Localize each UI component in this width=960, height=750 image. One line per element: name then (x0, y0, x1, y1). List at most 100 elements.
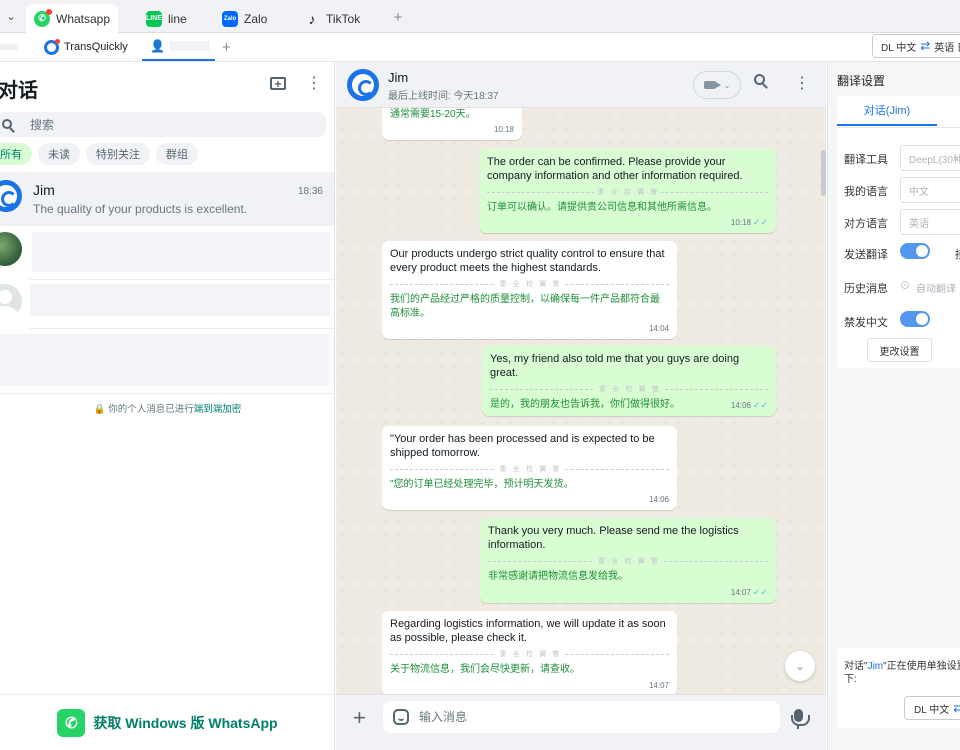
translation-divider: 重 · 全 · 检 · 翼 · 瞥 (487, 186, 768, 204)
chat-row-jim[interactable]: Jim 18:36 The quality of your products i… (0, 172, 334, 226)
source-language: DL 中文 (914, 704, 950, 716)
note-contact-name: Jim (867, 661, 884, 672)
message-time: 14:04 (648, 324, 669, 333)
message-bubble-incoming[interactable]: Regarding logistics information, we will… (382, 611, 677, 694)
app-tab-zalo[interactable]: Zalo Zalo (214, 4, 275, 33)
redacted-account-tab[interactable] (0, 44, 18, 50)
encryption-notice: 🔒 你的个人消息已进行端到端加密 (0, 401, 334, 415)
chevron-down-icon[interactable]: ⌄ (0, 0, 22, 33)
translation-settings-panel: 翻译设置 对话(Jim) 翻译工具 DeepL(30种) 我的语言 中文 对方语… (827, 62, 960, 750)
change-settings-button[interactable]: 更改设置 (867, 338, 932, 362)
divider (837, 127, 960, 128)
message-bubble-outgoing[interactable]: The order can be confirmed. Please provi… (479, 149, 776, 233)
microphone-icon[interactable] (791, 709, 810, 729)
menu-icon[interactable]: ⋮ (794, 74, 810, 94)
chat-row[interactable] (0, 226, 334, 280)
message-time: 14:06 ✓✓ (730, 400, 768, 410)
chat-row[interactable] (0, 332, 334, 386)
scroll-to-bottom-button[interactable]: ⌄ (785, 651, 815, 681)
filter-unread[interactable]: 未读 (38, 143, 80, 165)
search-input[interactable] (30, 117, 290, 132)
avatar (0, 284, 22, 318)
account-tab-transquickly[interactable]: TransQuickly (44, 33, 128, 61)
attach-plus-icon[interactable]: + (353, 705, 366, 731)
get-windows-app-button[interactable]: ✆ 获取 Windows 版 WhatsApp (0, 694, 334, 750)
chevron-down-icon: ⌄ (723, 80, 731, 90)
settings-note-card: 对话"Jim"正在使用单独设置 下: DL 中文 ⇄ (837, 648, 960, 728)
translation-divider: 重 · 全 · 检 · 翼 · 瞥 (490, 383, 768, 401)
chat-list-panel: 对话 + ⋮ 所有 未读 特别关注 群组 Jim 18:36 The quali… (0, 62, 335, 750)
message-text: Yes, my friend also told me that you guy… (490, 353, 740, 379)
message-text: Our products undergo strict quality cont… (390, 248, 665, 274)
language-switch-button[interactable]: DL 中文 ⇄ (904, 696, 960, 720)
message-bubble-outgoing[interactable]: Thank you very much. Please send me the … (480, 518, 776, 603)
sticker-icon[interactable] (393, 709, 409, 725)
translation-tool-select[interactable]: DeepL(30种) (900, 145, 960, 171)
redacted-chat-info (30, 284, 330, 316)
read-ticks-icon: ✓✓ (752, 587, 768, 597)
app-tab-tiktok[interactable]: ♪ TikTok (296, 4, 368, 33)
block-chinese-label: 禁发中文 (844, 317, 888, 329)
message-input-box[interactable] (383, 701, 780, 733)
app-tab-label: line (168, 11, 187, 26)
panel-title: 翻译设置 (837, 74, 886, 88)
app-tab-bar: ⌄ ✆ Whatsapp LINE line Zalo Zalo ♪ TikTo… (0, 0, 960, 33)
tab-conversation-jim[interactable]: 对话(Jim) (837, 96, 937, 126)
message-text: "Your order has been processed and is ex… (390, 433, 655, 459)
send-translate-toggle[interactable] (900, 243, 930, 259)
lock-icon: 🔒 (93, 404, 106, 415)
menu-icon[interactable]: ⋮ (306, 74, 322, 94)
search-icon (0, 118, 18, 132)
send-translate-label: 发送翻译 (844, 249, 888, 261)
my-language-select[interactable]: 中文 (900, 177, 960, 203)
add-account-icon[interactable]: + (222, 33, 231, 61)
page-title: 对话 (0, 80, 38, 102)
settings-note: 对话"Jim"正在使用单独设置 下: (844, 661, 960, 685)
last-seen-status: 最后上线时间: 今天18:37 (388, 91, 499, 102)
new-chat-icon[interactable]: + (270, 77, 286, 90)
redacted-account-name (169, 41, 210, 51)
message-translation: 我们的产品经过严格的质量控制，以确保每一件产品都符合最高标准。 (390, 294, 660, 319)
send-translate-extra: 接 (955, 246, 960, 262)
translation-divider: 重 · 全 · 检 · 翼 · 瞥 (390, 463, 669, 481)
add-app-icon[interactable]: + (390, 4, 406, 31)
message-scrollbar[interactable] (821, 150, 826, 196)
avatar[interactable] (347, 69, 379, 101)
message-text: Thank you very much. Please send me the … (488, 525, 739, 551)
message-bubble-incoming[interactable]: "Your order has been processed and is ex… (382, 426, 677, 510)
search-icon[interactable] (754, 74, 772, 94)
block-chinese-toggle[interactable] (900, 311, 930, 327)
app-tab-label: Whatsapp (56, 11, 111, 26)
filter-groups[interactable]: 群组 (156, 143, 198, 165)
encryption-link[interactable]: 端到端加密 (194, 404, 242, 415)
chat-preview: The quality of your products is excellen… (33, 202, 248, 216)
message-translation: 通常需要15-20天。 (390, 109, 476, 120)
video-call-button[interactable]: ⌄ (693, 71, 741, 99)
their-language-select[interactable]: 英语 (900, 209, 960, 235)
account-tab-bar: TransQuickly 👤 + (0, 33, 960, 62)
their-language-label: 对方语言 (844, 218, 888, 230)
chat-row[interactable] (0, 280, 334, 334)
message-bubble-incoming[interactable]: 通常需要15-20天。 10:18 (382, 108, 522, 140)
account-tab-user[interactable]: 👤 (142, 33, 215, 61)
message-text: Regarding logistics information, we will… (390, 618, 666, 644)
line-icon: LINE (146, 10, 162, 27)
search-bar[interactable] (0, 112, 326, 137)
message-time: 10:18 (493, 125, 514, 134)
message-area[interactable]: 通常需要15-20天。 10:18 The order can be confi… (336, 108, 826, 694)
filter-starred[interactable]: 特别关注 (86, 143, 150, 165)
avatar (0, 180, 22, 212)
auto-translate-radio[interactable] (901, 281, 909, 289)
language-switch-button[interactable]: DL 中文 ⇄ 英语 日 (872, 34, 960, 58)
filter-all[interactable]: 所有 (0, 143, 32, 165)
filter-chips: 所有 未读 特别关注 群组 (0, 143, 198, 165)
read-ticks-icon: ✓✓ (752, 400, 768, 410)
message-input[interactable] (419, 710, 759, 724)
contact-name[interactable]: Jim (388, 70, 408, 85)
app-tab-whatsapp[interactable]: ✆ Whatsapp (26, 4, 119, 33)
message-bubble-incoming[interactable]: Our products undergo strict quality cont… (382, 241, 677, 339)
message-composer: + (336, 694, 826, 750)
app-tab-line[interactable]: LINE line (138, 4, 195, 33)
message-bubble-outgoing[interactable]: Yes, my friend also told me that you guy… (482, 346, 776, 416)
translation-divider: 重 · 全 · 检 · 翼 · 瞥 (390, 648, 669, 666)
